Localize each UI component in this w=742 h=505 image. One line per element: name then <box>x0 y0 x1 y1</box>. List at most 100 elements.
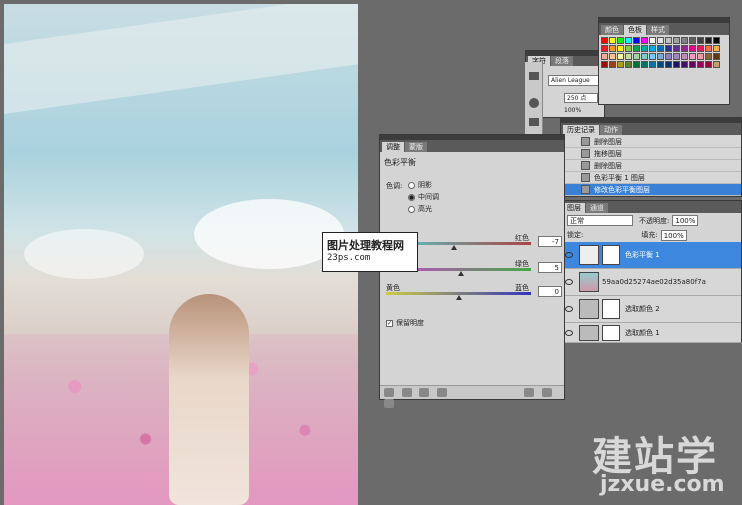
visibility-eye-icon[interactable] <box>565 329 573 336</box>
magenta-green-value[interactable]: 5 <box>538 262 562 273</box>
font-size-field[interactable]: 250 点 <box>564 93 598 103</box>
tab-swatches[interactable]: 色板 <box>624 25 646 35</box>
color-swatch[interactable] <box>689 37 696 44</box>
color-swatch[interactable] <box>609 61 616 68</box>
color-swatch[interactable] <box>641 53 648 60</box>
color-swatch[interactable] <box>713 53 720 60</box>
color-swatch[interactable] <box>617 61 624 68</box>
tab-channels[interactable]: 通道 <box>586 203 608 213</box>
color-swatch[interactable] <box>625 45 632 52</box>
color-swatch[interactable] <box>617 45 624 52</box>
reset-icon[interactable] <box>541 388 552 397</box>
tone-highlights[interactable]: 高光 <box>408 203 439 215</box>
color-swatch[interactable] <box>649 37 656 44</box>
color-swatch[interactable] <box>601 61 608 68</box>
color-swatch[interactable] <box>681 45 688 52</box>
color-swatch[interactable] <box>633 45 640 52</box>
history-item[interactable]: 删除图层 <box>561 160 741 172</box>
tab-adjustments[interactable]: 调整 <box>382 142 404 152</box>
color-swatch[interactable] <box>673 61 680 68</box>
history-item[interactable]: 删除图层 <box>561 136 741 148</box>
color-swatch[interactable] <box>689 53 696 60</box>
slider-handle[interactable] <box>458 271 465 276</box>
color-swatch[interactable] <box>633 61 640 68</box>
yellow-blue-value[interactable]: 0 <box>538 286 562 297</box>
history-item[interactable]: 拖移图层 <box>561 148 741 160</box>
fill-field[interactable]: 100% <box>660 229 687 241</box>
color-swatch[interactable] <box>601 53 608 60</box>
cyan-red-value[interactable]: -7 <box>538 236 562 247</box>
tab-layers[interactable]: 图层 <box>563 203 585 213</box>
color-swatch[interactable] <box>673 37 680 44</box>
visibility-eye-icon[interactable] <box>565 252 573 258</box>
color-swatch[interactable] <box>633 37 640 44</box>
color-swatch[interactable] <box>625 61 632 68</box>
color-swatch[interactable] <box>673 45 680 52</box>
previous-state-icon[interactable] <box>524 388 535 397</box>
font-family-field[interactable]: Alien League <box>548 75 604 86</box>
color-swatch[interactable] <box>665 53 672 60</box>
color-swatch[interactable] <box>609 45 616 52</box>
layer-row[interactable]: 59aa0d25274ae02d35a80f7a <box>561 269 741 296</box>
color-swatch[interactable] <box>697 37 704 44</box>
preserve-luminosity-checkbox[interactable]: ✓ 保留明度 <box>386 318 424 328</box>
tab-styles[interactable]: 样式 <box>647 25 669 35</box>
color-swatch[interactable] <box>641 61 648 68</box>
color-swatch[interactable] <box>609 53 616 60</box>
color-swatch[interactable] <box>657 61 664 68</box>
color-swatch[interactable] <box>673 53 680 60</box>
color-swatch[interactable] <box>601 37 608 44</box>
color-swatch[interactable] <box>705 53 712 60</box>
history-item[interactable]: 色彩平衡 1 图层 <box>561 172 741 184</box>
color-swatch[interactable] <box>601 45 608 52</box>
slider-handle[interactable] <box>455 295 462 300</box>
color-swatch[interactable] <box>617 37 624 44</box>
color-swatch[interactable] <box>665 61 672 68</box>
color-swatch[interactable] <box>697 53 704 60</box>
color-swatch[interactable] <box>665 45 672 52</box>
color-swatch[interactable] <box>665 37 672 44</box>
tab-color[interactable]: 颜色 <box>601 25 623 35</box>
layer-mask-thumb[interactable] <box>602 245 620 265</box>
color-swatch[interactable] <box>649 61 656 68</box>
layer-row[interactable]: 选取颜色 2 <box>561 296 741 323</box>
color-swatch[interactable] <box>713 61 720 68</box>
opacity-field[interactable]: 100% <box>672 215 699 226</box>
tab-actions[interactable]: 动作 <box>600 125 622 135</box>
color-swatch[interactable] <box>681 37 688 44</box>
color-swatch[interactable] <box>657 53 664 60</box>
color-swatch[interactable] <box>649 45 656 52</box>
color-swatch[interactable] <box>641 45 648 52</box>
history-item-selected[interactable]: 修改色彩平衡图层 <box>561 184 741 196</box>
color-swatch[interactable] <box>713 37 720 44</box>
tab-masks[interactable]: 蒙版 <box>405 142 427 152</box>
tone-shadows[interactable]: 阴影 <box>408 179 439 191</box>
color-swatch[interactable] <box>697 45 704 52</box>
tone-midtones[interactable]: 中间调 <box>408 191 439 203</box>
color-swatch[interactable] <box>689 45 696 52</box>
tab-paragraph[interactable]: 段落 <box>551 56 573 66</box>
character-icon[interactable] <box>529 72 539 80</box>
layer-mask-thumb[interactable] <box>602 324 620 341</box>
layer-mask-thumb[interactable] <box>602 299 620 319</box>
visibility-icon[interactable] <box>436 388 447 397</box>
slider-handle[interactable] <box>451 245 458 250</box>
color-swatch[interactable] <box>625 53 632 60</box>
color-swatch[interactable] <box>609 37 616 44</box>
visibility-eye-icon[interactable] <box>565 306 573 312</box>
clip-icon[interactable] <box>419 388 430 397</box>
color-swatch[interactable] <box>705 45 712 52</box>
expand-icon[interactable] <box>401 388 412 397</box>
brush-icon[interactable] <box>529 98 539 108</box>
trash-icon[interactable] <box>384 399 394 408</box>
color-swatch[interactable] <box>649 53 656 60</box>
color-swatch[interactable] <box>681 53 688 60</box>
color-swatch[interactable] <box>681 61 688 68</box>
swatch-grid[interactable] <box>601 37 729 97</box>
tab-history[interactable]: 历史记录 <box>563 125 599 135</box>
history-icon[interactable] <box>529 118 539 126</box>
color-swatch[interactable] <box>657 45 664 52</box>
color-swatch[interactable] <box>625 37 632 44</box>
color-swatch[interactable] <box>633 53 640 60</box>
layer-row-selected[interactable]: 色彩平衡 1 <box>561 242 741 269</box>
